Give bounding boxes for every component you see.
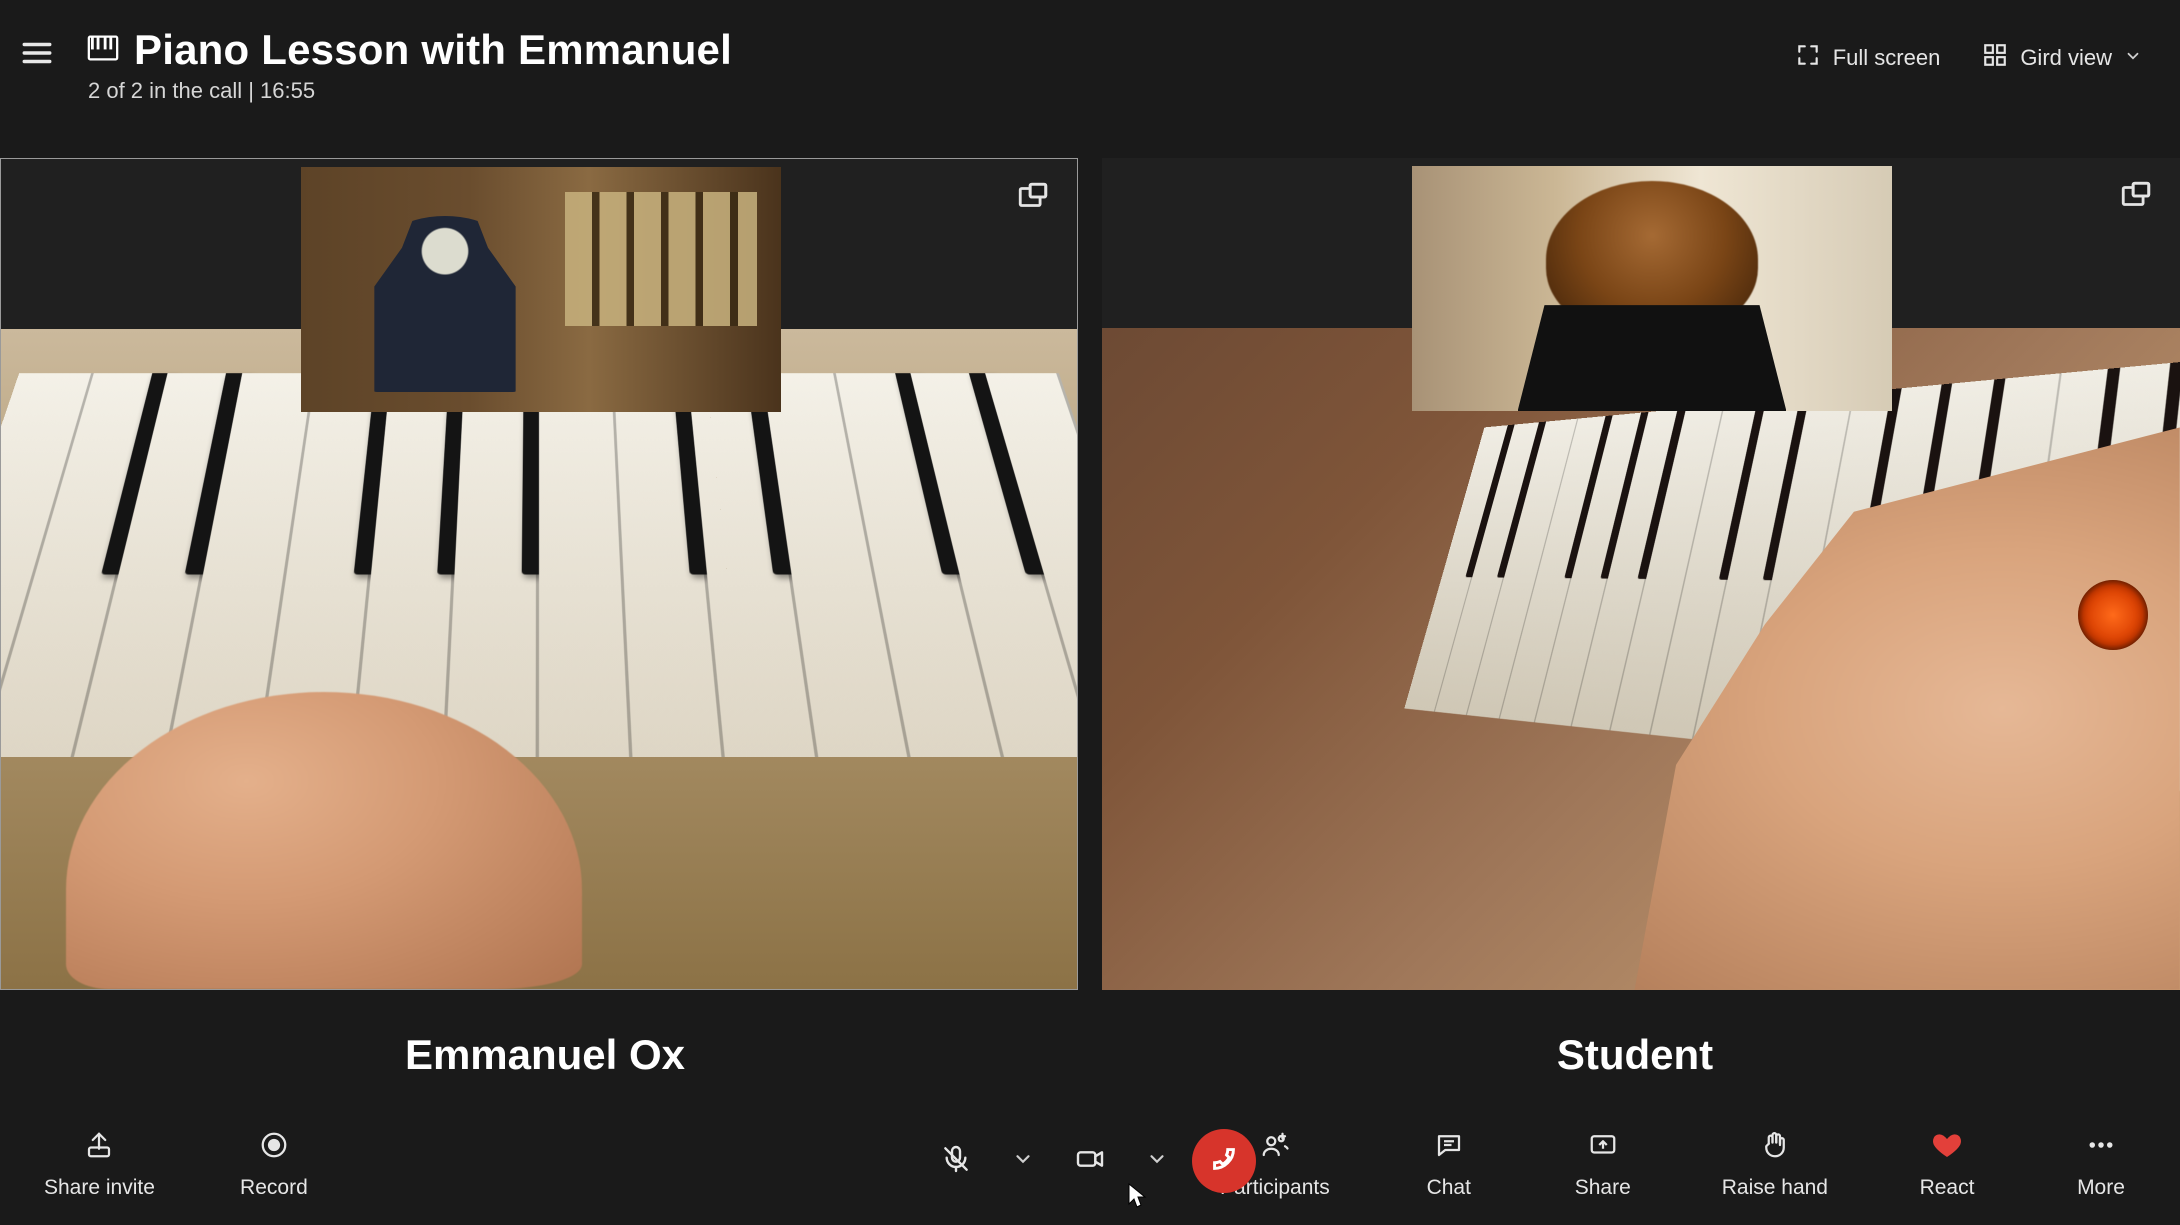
call-toolbar: Share invite Record bbox=[0, 1110, 2180, 1225]
pip-video-teacher bbox=[301, 167, 781, 412]
more-label: More bbox=[2077, 1176, 2125, 1200]
pop-out-icon bbox=[2119, 179, 2153, 218]
participant-name-right: Student bbox=[1090, 1000, 2180, 1110]
react-button[interactable]: React bbox=[1912, 1130, 1982, 1200]
pip-emmanuel[interactable] bbox=[301, 167, 781, 412]
share-label: Share bbox=[1575, 1176, 1631, 1200]
record-label: Record bbox=[240, 1176, 308, 1200]
more-button[interactable]: More bbox=[2066, 1130, 2136, 1200]
share-invite-button[interactable]: Share invite bbox=[44, 1130, 155, 1200]
record-icon bbox=[259, 1130, 289, 1166]
call-subtitle: 2 of 2 in the call | 16:55 bbox=[88, 78, 732, 104]
pip-video-student bbox=[1412, 166, 1892, 411]
participant-name-left: Emmanuel Ox bbox=[0, 1000, 1090, 1110]
fullscreen-icon bbox=[1795, 42, 1821, 74]
chevron-down-icon bbox=[2124, 45, 2142, 71]
pop-out-icon bbox=[1016, 180, 1050, 219]
people-icon bbox=[1260, 1130, 1290, 1166]
call-title: Piano Lesson with Emmanuel bbox=[134, 26, 732, 74]
menu-icon bbox=[20, 36, 54, 75]
grid-icon bbox=[1982, 42, 2008, 74]
more-icon bbox=[2086, 1130, 2116, 1166]
chevron-down-icon bbox=[1146, 1157, 1168, 1174]
video-main-student bbox=[1102, 328, 2180, 990]
grid-view-button[interactable]: Gird view bbox=[1982, 42, 2142, 74]
fullscreen-label: Full screen bbox=[1833, 45, 1941, 71]
grid-view-label: Gird view bbox=[2020, 45, 2112, 71]
chat-label: Chat bbox=[1427, 1176, 1471, 1200]
video-main-emmanuel bbox=[1, 329, 1077, 989]
share-arrow-icon bbox=[84, 1130, 114, 1166]
mute-button[interactable] bbox=[924, 1129, 988, 1193]
camera-options-button[interactable] bbox=[1146, 1148, 1168, 1175]
header-bar: Piano Lesson with Emmanuel 2 of 2 in the… bbox=[0, 0, 2180, 120]
video-tile-emmanuel[interactable] bbox=[0, 158, 1078, 990]
raise-hand-label: Raise hand bbox=[1722, 1176, 1828, 1200]
record-button[interactable]: Record bbox=[239, 1130, 309, 1200]
title-block: Piano Lesson with Emmanuel 2 of 2 in the… bbox=[86, 26, 732, 104]
video-grid bbox=[0, 158, 2180, 990]
piano-icon bbox=[86, 31, 120, 70]
pop-out-button[interactable] bbox=[1011, 177, 1055, 221]
mic-options-button[interactable] bbox=[1012, 1148, 1034, 1175]
share-screen-icon bbox=[1588, 1130, 1618, 1166]
menu-button[interactable] bbox=[10, 28, 64, 82]
pip-student[interactable] bbox=[1412, 166, 1892, 411]
chevron-down-icon bbox=[1012, 1157, 1034, 1174]
react-label: React bbox=[1920, 1176, 1975, 1200]
fullscreen-button[interactable]: Full screen bbox=[1795, 42, 1941, 74]
raise-hand-icon bbox=[1760, 1130, 1790, 1166]
share-invite-label: Share invite bbox=[44, 1176, 155, 1200]
camera-button[interactable] bbox=[1058, 1129, 1122, 1193]
mic-muted-icon bbox=[940, 1143, 972, 1180]
hang-up-button[interactable] bbox=[1192, 1129, 1256, 1193]
chat-button[interactable]: Chat bbox=[1414, 1130, 1484, 1200]
name-bar: Emmanuel Ox Student bbox=[0, 1000, 2180, 1110]
raise-hand-button[interactable]: Raise hand bbox=[1722, 1130, 1828, 1200]
hang-up-icon bbox=[1208, 1143, 1240, 1180]
video-tile-student[interactable] bbox=[1102, 158, 2180, 990]
pop-out-button[interactable] bbox=[2114, 176, 2158, 220]
heart-icon bbox=[1932, 1130, 1962, 1166]
chat-icon bbox=[1434, 1130, 1464, 1166]
call-controls bbox=[924, 1129, 1256, 1193]
share-button[interactable]: Share bbox=[1568, 1130, 1638, 1200]
camera-icon bbox=[1074, 1143, 1106, 1180]
